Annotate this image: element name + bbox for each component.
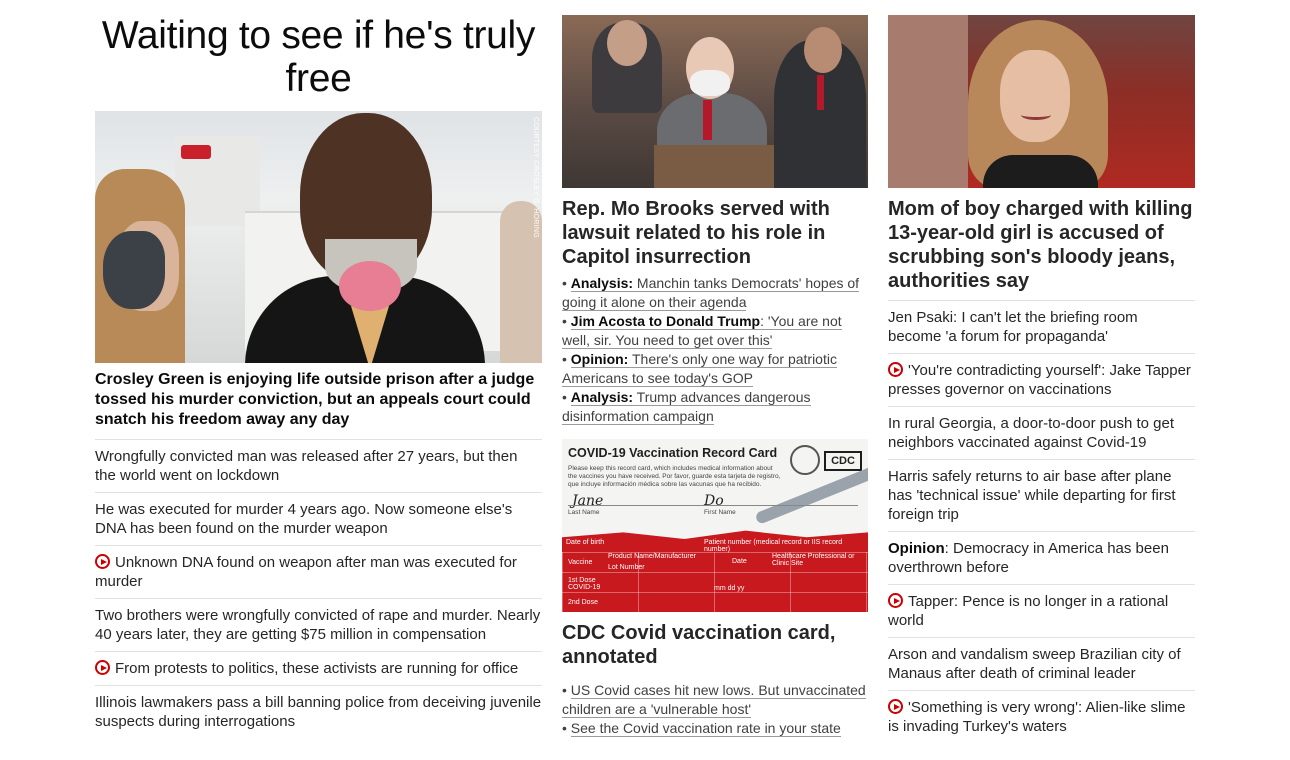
link-text: See the Covid vaccination rate in your s… xyxy=(570,720,841,737)
hero-caption-link[interactable]: Crosley Green is enjoying life outside p… xyxy=(95,363,542,440)
related-link[interactable]: • Analysis: Trump advances dangerous dis… xyxy=(562,388,868,426)
list-item-prefix: Opinion xyxy=(888,540,945,557)
list-item-text: Unknown DNA found on weapon after man wa… xyxy=(95,554,517,590)
first-name-label: First Name xyxy=(704,509,736,516)
left-story-list: Wrongfully convicted man was released af… xyxy=(95,440,542,738)
related-link[interactable]: • US Covid cases hit new lows. But unvac… xyxy=(562,681,868,719)
list-item-text: Tapper: Pence is no longer in a rational… xyxy=(888,593,1169,629)
list-item-text: Wrongfully convicted man was released af… xyxy=(95,448,518,484)
podium xyxy=(654,145,774,188)
link-prefix: Analysis: xyxy=(570,389,634,405)
list-item[interactable]: Opinion: Democracy in America has been o… xyxy=(888,532,1195,585)
col-site: Healthcare Professional or Clinic Site xyxy=(772,553,855,567)
link-prefix: Jim Acosta to Donald Trump xyxy=(570,313,761,329)
list-item-text: He was executed for murder 4 years ago. … xyxy=(95,501,513,537)
col-vaccine: Vaccine xyxy=(568,559,593,566)
list-item[interactable]: In rural Georgia, a door-to-door push to… xyxy=(888,407,1195,460)
link-text: US Covid cases hit new lows. But unvacci… xyxy=(562,682,866,718)
list-item-text: Illinois lawmakers pass a bill banning p… xyxy=(95,694,542,730)
list-item-text: 'You're contradicting yourself': Jake Ta… xyxy=(888,362,1191,398)
link-prefix: Opinion: xyxy=(570,351,629,367)
person-right-tie xyxy=(817,75,824,110)
list-item[interactable]: He was executed for murder 4 years ago. … xyxy=(95,493,542,546)
related-link[interactable]: • See the Covid vaccination rate in your… xyxy=(562,719,868,738)
bg-sign xyxy=(181,145,211,159)
story-headline-cdc[interactable]: CDC Covid vaccination card, annotated xyxy=(562,612,868,681)
hero-photo[interactable]: COURTESY CROSLEY G. HORING xyxy=(95,111,542,363)
related-links: • Analysis: Manchin tanks Democrats' hop… xyxy=(562,274,868,426)
photo-credit: COURTESY CROSLEY G. HORING xyxy=(532,117,539,238)
story-headline-mom[interactable]: Mom of boy charged with killing 13-year-… xyxy=(888,188,1195,301)
person-right-head xyxy=(804,27,842,73)
list-item[interactable]: Jen Psaki: I can't let the briefing room… xyxy=(888,301,1195,354)
middle-column: Rep. Mo Brooks served with lawsuit relat… xyxy=(562,0,868,738)
big-headline-link[interactable]: Waiting to see if he's truly free xyxy=(95,0,542,111)
related-link[interactable]: • Opinion: There's only one way for patr… xyxy=(562,350,868,388)
video-play-icon xyxy=(95,554,110,569)
list-item-text: From protests to politics, these activis… xyxy=(115,660,519,677)
signature-first: Do xyxy=(704,493,724,509)
left-column: Waiting to see if he's truly free COURTE… xyxy=(95,0,542,738)
dob-label: Date of birth xyxy=(566,539,605,546)
list-item[interactable]: Wrongfully convicted man was released af… xyxy=(95,440,542,493)
list-item[interactable]: Illinois lawmakers pass a bill banning p… xyxy=(95,686,542,738)
cdc-logo: CDC xyxy=(824,451,862,471)
list-item-text: Arson and vandalism sweep Brazilian city… xyxy=(888,646,1181,682)
last-name-label: Last Name xyxy=(568,509,600,516)
patient-label: Patient number (medical record or IIS re… xyxy=(704,539,843,553)
list-item-video[interactable]: From protests to politics, these activis… xyxy=(95,652,542,686)
face-mask xyxy=(103,231,165,309)
girl-top xyxy=(983,155,1098,188)
col-lot: Lot Number xyxy=(608,564,645,571)
video-play-icon xyxy=(95,660,110,675)
signature-last: Jane xyxy=(572,493,604,509)
girl-smile xyxy=(1021,110,1051,120)
girl-face xyxy=(1000,50,1070,142)
list-item-text: Harris safely returns to air base after … xyxy=(888,468,1176,523)
related-link[interactable]: • Analysis: Manchin tanks Democrats' hop… xyxy=(562,274,868,312)
speaker-tie xyxy=(703,100,712,140)
right-story-list: Jen Psaki: I can't let the briefing room… xyxy=(888,301,1195,743)
list-item-text: Two brothers were wrongfully convicted o… xyxy=(95,607,541,643)
card-title: COVID-19 Vaccination Record Card xyxy=(568,446,778,460)
dose1-label: 1st Dose COVID-19 xyxy=(568,577,601,591)
card-fine-print: Please keep this record card, which incl… xyxy=(568,465,781,488)
signature-line xyxy=(568,505,858,506)
related-links-cdc: • US Covid cases hit new lows. But unvac… xyxy=(562,681,868,738)
list-item[interactable]: Arson and vandalism sweep Brazilian city… xyxy=(888,638,1195,691)
list-item-text: In rural Georgia, a door-to-door push to… xyxy=(888,415,1174,451)
col-product: Product Name/Manufacturer xyxy=(608,553,696,560)
story-headline-brooks[interactable]: Rep. Mo Brooks served with lawsuit relat… xyxy=(562,188,868,274)
list-item-video[interactable]: 'Something is very wrong': Alien-like sl… xyxy=(888,691,1195,743)
related-link[interactable]: • Jim Acosta to Donald Trump: 'You are n… xyxy=(562,312,868,350)
col-date: Date xyxy=(732,558,747,565)
bg-wall xyxy=(888,15,968,188)
right-column: Mom of boy charged with killing 13-year-… xyxy=(888,0,1195,743)
hhs-seal-icon xyxy=(790,445,820,475)
dose2-label: 2nd Dose xyxy=(568,599,598,606)
list-item[interactable]: Harris safely returns to air base after … xyxy=(888,460,1195,532)
person-left-head xyxy=(607,20,647,66)
story-photo-girl[interactable] xyxy=(888,15,1195,188)
list-item-video[interactable]: Tapper: Pence is no longer in a rational… xyxy=(888,585,1195,638)
video-play-icon xyxy=(888,593,903,608)
link-prefix: Analysis: xyxy=(570,275,634,291)
list-item[interactable]: Two brothers were wrongfully convicted o… xyxy=(95,599,542,652)
list-item-video[interactable]: 'You're contradicting yourself': Jake Ta… xyxy=(888,354,1195,407)
capitol-photo[interactable] xyxy=(562,15,868,188)
video-play-icon xyxy=(888,699,903,714)
list-item-text: 'Something is very wrong': Alien-like sl… xyxy=(888,699,1186,735)
list-item-video[interactable]: Unknown DNA found on weapon after man wa… xyxy=(95,546,542,599)
video-play-icon xyxy=(888,362,903,377)
speaker-mask xyxy=(690,70,730,96)
ice-cream-scoop xyxy=(339,261,401,311)
list-item-text: Jen Psaki: I can't let the briefing room… xyxy=(888,309,1138,345)
date-format: mm dd yy xyxy=(714,585,745,592)
big-headline: Waiting to see if he's truly free xyxy=(101,14,536,100)
vaccine-card-photo[interactable]: COVID-19 Vaccination Record Card CDC Ple… xyxy=(562,439,868,612)
